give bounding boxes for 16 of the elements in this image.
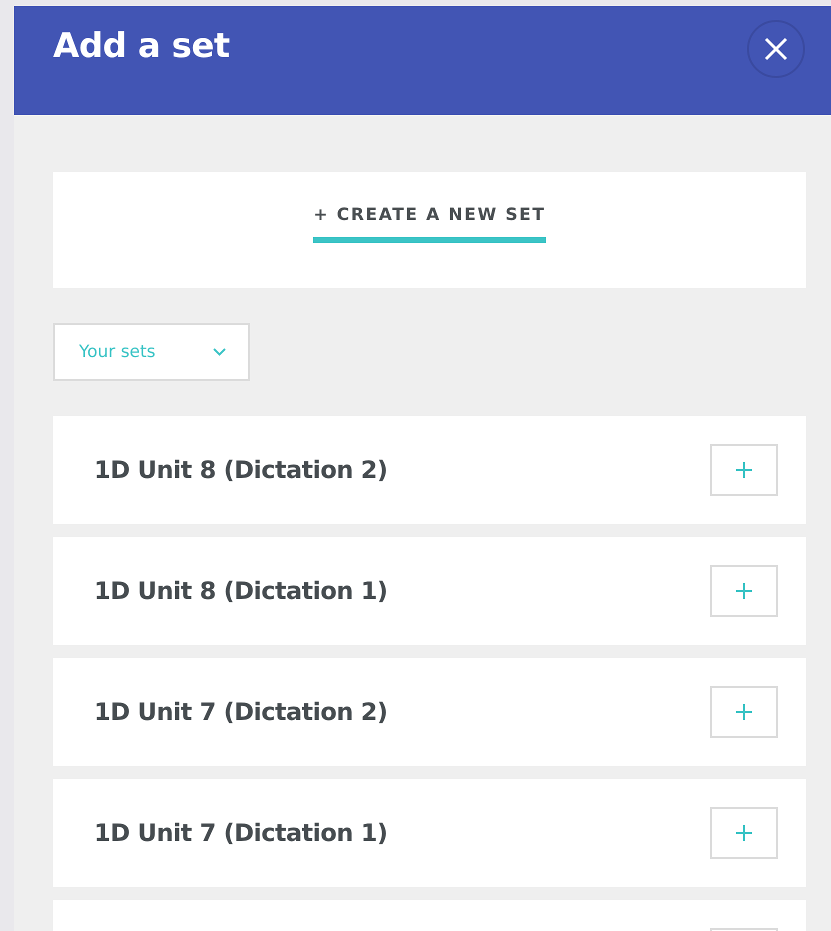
add-button[interactable] bbox=[710, 807, 778, 859]
set-title: 1D Unit 8 (Dictation 1) bbox=[94, 577, 388, 605]
plus-icon bbox=[735, 461, 753, 479]
plus-icon bbox=[735, 703, 753, 721]
set-title: 1D Unit 7 (Dictation 2) bbox=[94, 698, 388, 726]
add-button[interactable] bbox=[710, 565, 778, 617]
chevron-down-icon bbox=[213, 348, 226, 356]
add-button[interactable] bbox=[710, 686, 778, 738]
plus-icon bbox=[735, 824, 753, 842]
create-set-tab[interactable]: + CREATE A NEW SET bbox=[313, 205, 546, 243]
set-title: 1D Unit 8 (Dictation 2) bbox=[94, 456, 388, 484]
plus-icon bbox=[735, 582, 753, 600]
dialog-title: Add a set bbox=[53, 26, 230, 66]
add-button[interactable] bbox=[710, 444, 778, 496]
set-title: 1D Unit 7 (Dictation 1) bbox=[94, 819, 388, 847]
close-icon bbox=[764, 37, 788, 61]
